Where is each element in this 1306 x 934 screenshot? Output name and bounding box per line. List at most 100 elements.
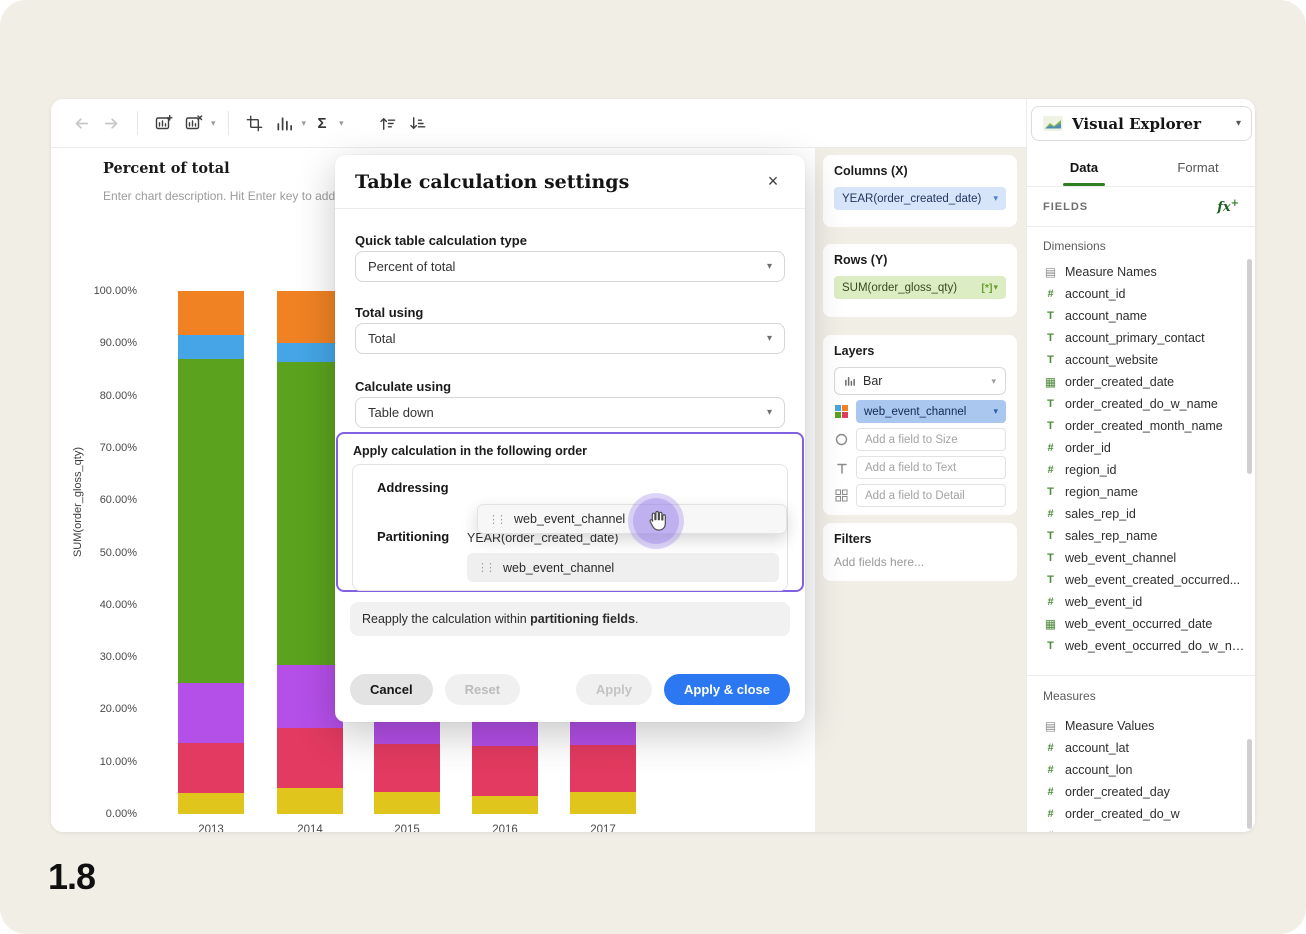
filters-dropzone[interactable]: Add fields here...	[834, 555, 1006, 569]
histogram-button[interactable]	[271, 109, 299, 137]
fields-header-row: FIELDS	[1027, 187, 1255, 227]
field-item[interactable]: web_event_channel	[1037, 547, 1247, 569]
layer-type-select[interactable]: Bar	[834, 367, 1006, 395]
scrollbar-thumb[interactable]	[1247, 259, 1252, 474]
field-item[interactable]: Measure Names	[1037, 261, 1247, 283]
field-item[interactable]: web_event_occurred_date	[1037, 613, 1247, 635]
back-button[interactable]	[67, 109, 95, 137]
duplicate-chart-button[interactable]	[150, 109, 178, 137]
field-item[interactable]: order_created_do_w_name	[1037, 393, 1247, 415]
field-item[interactable]: region_id	[1037, 459, 1247, 481]
text-icon	[834, 462, 849, 474]
add-calculated-field-icon[interactable]	[1217, 198, 1239, 215]
field-item[interactable]: order_created_do_w	[1037, 803, 1247, 825]
tab-format[interactable]: Format	[1141, 148, 1255, 186]
bar-segment-crimson[interactable]	[178, 743, 244, 793]
field-item[interactable]: account_name	[1037, 305, 1247, 327]
sort-descending-button[interactable]	[404, 109, 432, 137]
rows-field-pill[interactable]: SUM(order_gloss_qty) [*]	[834, 276, 1006, 299]
visual-explorer-switcher[interactable]: Visual Explorer	[1031, 106, 1252, 141]
field-item[interactable]: account_primary_contact	[1037, 327, 1247, 349]
shelves-strip: Columns (X) YEAR(order_created_date) Row…	[815, 148, 1026, 832]
field-item[interactable]: sales_rep_id	[1037, 503, 1247, 525]
table-calc-badge: [*]	[981, 282, 992, 294]
apply-button[interactable]: Apply	[576, 674, 652, 705]
field-item[interactable]: order_created_date	[1037, 371, 1247, 393]
crop-button[interactable]	[241, 109, 269, 137]
apply-and-close-button[interactable]: Apply & close	[664, 674, 790, 705]
field-item[interactable]: order_created_month_name	[1037, 415, 1247, 437]
bar-segment-yellow[interactable]	[178, 793, 244, 814]
field-type-icon	[1043, 764, 1058, 776]
bar-segment-yellow[interactable]	[277, 788, 343, 814]
close-icon[interactable]	[761, 170, 785, 194]
columns-field-pill[interactable]: YEAR(order_created_date)	[834, 187, 1006, 210]
layers-shelf: Layers Bar web_event_channel	[823, 335, 1017, 515]
bar-segment-green[interactable]	[178, 359, 244, 683]
bar-segment-yellow[interactable]	[570, 792, 636, 814]
field-item[interactable]: account_lon	[1037, 759, 1247, 781]
bar-segment-yellow[interactable]	[472, 796, 538, 814]
bar-segment-crimson[interactable]	[472, 746, 538, 796]
aggregate-button[interactable]: Σ	[308, 109, 336, 137]
total-using-select[interactable]: Total	[355, 323, 785, 354]
field-name: order_id	[1065, 441, 1111, 455]
chevron-down-icon[interactable]	[339, 118, 344, 129]
field-name: web_event_id	[1065, 595, 1142, 609]
field-item[interactable]: web_event_id	[1037, 591, 1247, 613]
sort-ascending-button[interactable]	[374, 109, 402, 137]
bar-segment-orange[interactable]	[277, 291, 343, 343]
field-type-icon	[1043, 265, 1058, 279]
field-item[interactable]: account_website	[1037, 349, 1247, 371]
field-item[interactable]: account_lat	[1037, 737, 1247, 759]
bar-segment-purple[interactable]	[178, 683, 244, 743]
field-item[interactable]: Measure Values	[1037, 715, 1247, 737]
cancel-button[interactable]: Cancel	[350, 674, 433, 705]
drag-handle-icon[interactable]	[477, 561, 493, 574]
chevron-down-icon[interactable]	[211, 118, 216, 129]
bar-segment-purple[interactable]	[277, 665, 343, 728]
field-item[interactable]: order_created_day	[1037, 781, 1247, 803]
field-item[interactable]: account_id	[1037, 283, 1247, 305]
chevron-down-icon	[993, 193, 998, 204]
tab-data[interactable]: Data	[1027, 148, 1141, 186]
partitioning-item-chip[interactable]: web_event_channel	[467, 553, 779, 582]
chart-title[interactable]: Percent of total	[103, 160, 230, 177]
calculate-using-select[interactable]: Table down	[355, 397, 785, 428]
bar-segment-blue[interactable]	[277, 343, 343, 361]
color-field-pill[interactable]: web_event_channel	[856, 400, 1006, 423]
chevron-down-icon[interactable]	[302, 118, 307, 129]
quick-type-select[interactable]: Percent of total	[355, 251, 785, 282]
reset-button[interactable]: Reset	[445, 674, 520, 705]
text-field-dropzone[interactable]: Add a field to Text	[856, 456, 1006, 479]
field-name: account_website	[1065, 353, 1158, 367]
chart-description-field[interactable]: Enter chart description. Hit Enter key t…	[103, 189, 360, 203]
field-type-icon	[1043, 596, 1058, 608]
scrollbar-thumb[interactable]	[1247, 739, 1252, 829]
field-name: Measure Names	[1065, 265, 1157, 279]
drag-handle-icon[interactable]	[488, 513, 504, 526]
bar-segment-crimson[interactable]	[570, 745, 636, 792]
chevron-down-icon	[767, 261, 772, 272]
dragged-field-label: web_event_channel	[514, 512, 625, 526]
field-name: web_event_created_occurred...	[1065, 573, 1240, 587]
bar-segment-yellow[interactable]	[374, 792, 440, 814]
field-item[interactable]	[1037, 825, 1247, 832]
clear-chart-button[interactable]	[180, 109, 208, 137]
field-item[interactable]: web_event_occurred_do_w_na...	[1037, 635, 1247, 657]
field-item[interactable]: web_event_created_occurred...	[1037, 569, 1247, 591]
bar-segment-orange[interactable]	[178, 291, 244, 335]
bar-segment-crimson[interactable]	[277, 728, 343, 788]
forward-button[interactable]	[97, 109, 125, 137]
field-item[interactable]: order_id	[1037, 437, 1247, 459]
bar-segment-green[interactable]	[277, 362, 343, 665]
field-name: account_id	[1065, 287, 1125, 301]
page-background: Σ Percent of total Enter chart descripti…	[0, 0, 1306, 934]
field-item[interactable]: region_name	[1037, 481, 1247, 503]
field-item[interactable]: sales_rep_name	[1037, 525, 1247, 547]
dragged-field-chip[interactable]: web_event_channel	[477, 504, 787, 534]
detail-field-dropzone[interactable]: Add a field to Detail	[856, 484, 1006, 507]
size-field-dropzone[interactable]: Add a field to Size	[856, 428, 1006, 451]
bar-segment-blue[interactable]	[178, 335, 244, 359]
bar-segment-crimson[interactable]	[374, 744, 440, 791]
